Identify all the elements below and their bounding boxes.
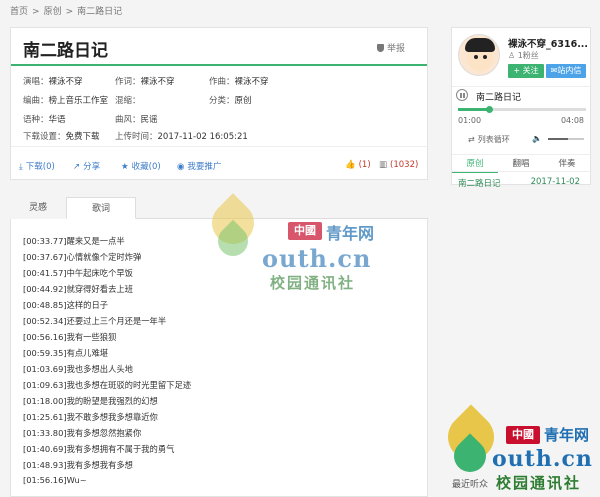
user-song-date: 2017-11-02 [530,177,580,187]
loop-mode-button[interactable]: ⇄ 列表循环 [468,134,510,145]
tab-original[interactable]: 原创 [452,155,498,173]
avatar[interactable] [458,34,500,76]
progress-slider[interactable] [458,106,586,113]
breadcrumb-current: 南二路日记 [77,7,123,17]
like-button[interactable]: 👍 (1) [345,160,371,170]
volume-fill [548,138,568,140]
lyric-line: [01:25.61]我不敢多想我多想靠近你 [23,412,158,422]
follow-button[interactable]: + 关注 [508,64,544,78]
song-info-card: 南二路日记 举报 演唱：裸泳不穿 作词：裸泳不穿 作曲：裸泳不穿 编曲：榜上音乐… [10,27,428,180]
user-tabs: 原创 翻唱 伴奏 [452,154,590,173]
breadcrumb-original[interactable]: 原创 [44,7,62,17]
progress-fill [458,108,489,111]
progress-knob[interactable] [485,106,493,113]
lyric-line: [00:44.92]就穿得好看去上班 [23,284,133,294]
content-tabs: 灵感 歌词 [10,197,428,219]
duration: 04:08 [560,116,584,125]
lyric-line: [00:41.57]中午起床吃个早饭 [23,268,133,278]
play-count: ▥ (1032) [379,160,419,170]
song-header: 南二路日记 举报 [11,28,427,66]
fan-count: ♙ 1粉丝 [508,51,539,60]
tab-inspiration[interactable]: 灵感 [10,197,66,219]
meta-mixer: 混缩： [115,96,141,106]
player-track-title: 南二路日记 [476,93,522,103]
tab-lyrics[interactable]: 歌词 [66,197,136,219]
lyric-line: [01:56.16]Wu~ [23,475,87,485]
lyric-line: [01:40.69]我有多想拥有不属于我的勇气 [23,444,175,454]
lyric-line: [00:56.16]我有一些狼狈 [23,332,117,342]
lyric-line: [00:48.85]这样的日子 [23,300,109,310]
breadcrumb: 首页 > 原创 > 南二路日记 [10,4,126,17]
meta-singer: 演唱：裸泳不穿 [23,77,83,87]
song-actions: ⤓ 下载(0) ↗ 分享 ★ 收藏(0) ◉ 我要推广 👍 (1) ▥ (1032) [11,146,427,180]
meta-category: 分类：原创 [209,96,252,106]
meta-upload-time: 上传时间：2017-11-02 16:05:21 [115,132,248,142]
tab-accompaniment[interactable]: 伴奏 [544,155,590,173]
promote-button[interactable]: ◉ 我要推广 [177,160,221,172]
bar-chart-icon: ▥ [379,160,388,170]
related-heading: 相关 [452,443,471,453]
thumbs-up-icon: 👍 [345,160,356,170]
recent-listeners-heading: 最近听众 [452,480,489,490]
lyric-line: [01:48.93]我有多想我有多想 [23,460,133,470]
lyric-line: [00:52.34]还要过上三个月还是一年半 [23,316,167,326]
lyric-line: [00:37.67]心情就像个定时炸弹 [23,252,142,262]
meta-lyricist: 作词：裸泳不穿 [115,77,175,87]
meta-composer: 作曲：裸泳不穿 [209,77,269,87]
lyric-line: [01:09.63]我也多想在斑驳的时光里留下足迹 [23,380,192,390]
lyric-line: [00:33.77]醒来又是一点半 [23,236,125,246]
meta-language: 语种：华语 [23,115,66,125]
lyric-line: [00:59.35]有点儿难堪 [23,348,109,358]
song-title: 南二路日记 [23,41,108,61]
download-button[interactable]: ⤓ 下载(0) [19,160,55,172]
report-label: 举报 [386,44,405,54]
user-song-title[interactable]: 南二路日记 [458,177,501,189]
user-panel: 裸泳不穿_6316... ♙ 1粉丝 + 关注 ✉站内信 南二路日记 01:00… [451,27,591,189]
share-button[interactable]: ↗ 分享 [73,160,100,172]
meta-download-setting: 下载设置：免费下载 [23,132,100,142]
meta-arranger: 编曲：榜上音乐工作室 [23,96,109,106]
lyrics-panel: [00:33.77]醒来又是一点半 [00:37.67]心情就像个定时炸弹 [0… [10,219,428,497]
lyric-line: [01:33.80]我有多想忽然抱紧你 [23,428,142,438]
breadcrumb-sep: > [65,7,74,17]
favorite-button[interactable]: ★ 收藏(0) [121,160,161,172]
breadcrumb-home[interactable]: 首页 [10,7,28,17]
volume-slider[interactable] [548,138,584,140]
lyric-line: [01:03.69]我也多想出人头地 [23,364,133,374]
user-name[interactable]: 裸泳不穿_6316... [508,36,588,50]
breadcrumb-sep: > [32,7,40,17]
pause-icon[interactable] [456,89,468,101]
current-time: 01:00 [458,116,482,125]
message-button[interactable]: ✉站内信 [546,64,586,78]
lyric-line: [01:18.00]我的盼望是我强烈的幻想 [23,396,158,406]
promote-icon: ◉ [177,162,185,172]
star-icon: ★ [121,162,129,172]
user-icon: ♙ [508,51,516,60]
shield-icon [376,44,384,52]
speaker-icon[interactable]: 🔈 [532,134,542,143]
meta-style: 曲风：民谣 [115,115,158,125]
repeat-icon: ⇄ [468,135,475,144]
report-button[interactable]: 举报 [376,41,405,54]
download-icon: ⤓ [19,162,23,172]
share-icon: ↗ [73,162,81,172]
tab-cover[interactable]: 翻唱 [498,155,544,173]
